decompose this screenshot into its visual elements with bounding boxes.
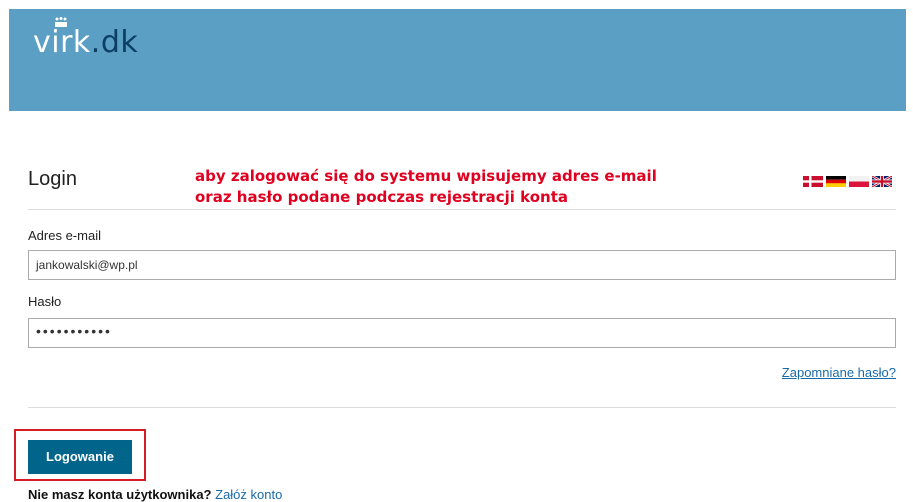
logo-domain-text: .dk xyxy=(90,25,139,60)
divider xyxy=(28,407,896,408)
signup-prompt: Nie masz konta użytkownika? Załóż konto xyxy=(28,487,282,502)
logo-text: virk xyxy=(33,25,91,60)
german-flag-icon[interactable] xyxy=(826,176,846,187)
login-button[interactable]: Logowanie xyxy=(28,440,132,474)
page-title: Login xyxy=(28,168,77,190)
uk-flag-icon[interactable] xyxy=(872,176,892,187)
password-field[interactable]: ••••••••••• xyxy=(28,318,896,348)
create-account-link[interactable]: Załóż konto xyxy=(215,487,282,502)
polish-flag-icon[interactable] xyxy=(849,176,869,187)
language-selector xyxy=(803,176,892,187)
annotation-line-1: aby zalogować się do systemu wpisujemy a… xyxy=(195,167,657,185)
email-field[interactable]: jankowalski@wp.pl xyxy=(28,250,896,280)
instruction-annotation: aby zalogować się do systemu wpisujemy a… xyxy=(195,166,657,208)
no-account-text: Nie masz konta użytkownika? xyxy=(28,487,212,502)
email-label: Adres e-mail xyxy=(28,228,101,243)
forgot-password-link[interactable]: Zapomniane hasło? xyxy=(782,365,896,380)
divider xyxy=(28,209,896,210)
annotation-line-2: oraz hasło podane podczas rejestracji ko… xyxy=(195,188,569,206)
virk-logo[interactable]: virk.dk xyxy=(33,25,138,60)
site-header: virk.dk xyxy=(9,9,906,111)
danish-flag-icon[interactable] xyxy=(803,176,823,187)
password-label: Hasło xyxy=(28,294,62,309)
